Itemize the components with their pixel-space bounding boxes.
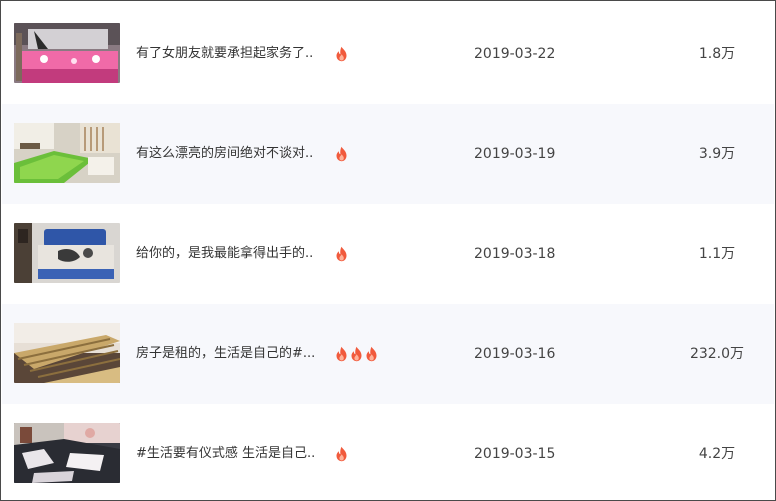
- video-thumbnail[interactable]: [14, 223, 120, 283]
- video-title[interactable]: 有了女朋友就要承担起家务了..: [136, 44, 313, 64]
- fire-icon: [335, 146, 348, 162]
- video-title[interactable]: 有这么漂亮的房间绝对不谈对..: [136, 144, 313, 164]
- fire-icon: [335, 346, 348, 362]
- publish-date: 2019-03-22: [474, 46, 556, 62]
- video-title[interactable]: 房子是租的，生活是自己的#...: [136, 344, 315, 364]
- video-list: 有了女朋友就要承担起家务了.. 2019-03-22 1.8万 有这么漂亮的房间…: [2, 4, 774, 500]
- hot-indicator: [335, 246, 348, 262]
- video-thumbnail[interactable]: [14, 423, 120, 483]
- list-item[interactable]: 有了女朋友就要承担起家务了.. 2019-03-22 1.8万: [2, 4, 774, 104]
- publish-date: 2019-03-19: [474, 146, 556, 162]
- list-item[interactable]: 有这么漂亮的房间绝对不谈对.. 2019-03-19 3.9万: [2, 104, 774, 204]
- fire-icon: [365, 346, 378, 362]
- publish-date: 2019-03-15: [474, 446, 556, 462]
- fire-icon: [350, 346, 363, 362]
- hot-indicator: [335, 346, 378, 362]
- list-item[interactable]: #生活要有仪式感 生活是自己.. 2019-03-15 4.2万: [2, 404, 774, 500]
- video-thumbnail[interactable]: [14, 23, 120, 83]
- play-count: 3.9万: [698, 146, 736, 162]
- fire-icon: [335, 46, 348, 62]
- publish-date: 2019-03-18: [474, 246, 556, 262]
- play-count: 1.8万: [698, 46, 736, 62]
- video-thumbnail[interactable]: [14, 323, 120, 383]
- play-count: 4.2万: [698, 446, 736, 462]
- fire-icon: [335, 246, 348, 262]
- hot-indicator: [335, 146, 348, 162]
- video-thumbnail[interactable]: [14, 123, 120, 183]
- fire-icon: [335, 446, 348, 462]
- play-count: 232.0万: [689, 346, 745, 362]
- video-title[interactable]: 给你的，是我最能拿得出手的..: [136, 244, 313, 264]
- list-item[interactable]: 房子是租的，生活是自己的#... 2019-03-16 232.0万: [2, 304, 774, 404]
- video-title[interactable]: #生活要有仪式感 生活是自己..: [136, 444, 315, 464]
- play-count: 1.1万: [698, 246, 736, 262]
- hot-indicator: [335, 46, 348, 62]
- hot-indicator: [335, 446, 348, 462]
- list-item[interactable]: 给你的，是我最能拿得出手的.. 2019-03-18 1.1万: [2, 204, 774, 304]
- publish-date: 2019-03-16: [474, 346, 556, 362]
- video-list-panel: 有了女朋友就要承担起家务了.. 2019-03-22 1.8万 有这么漂亮的房间…: [0, 0, 776, 501]
